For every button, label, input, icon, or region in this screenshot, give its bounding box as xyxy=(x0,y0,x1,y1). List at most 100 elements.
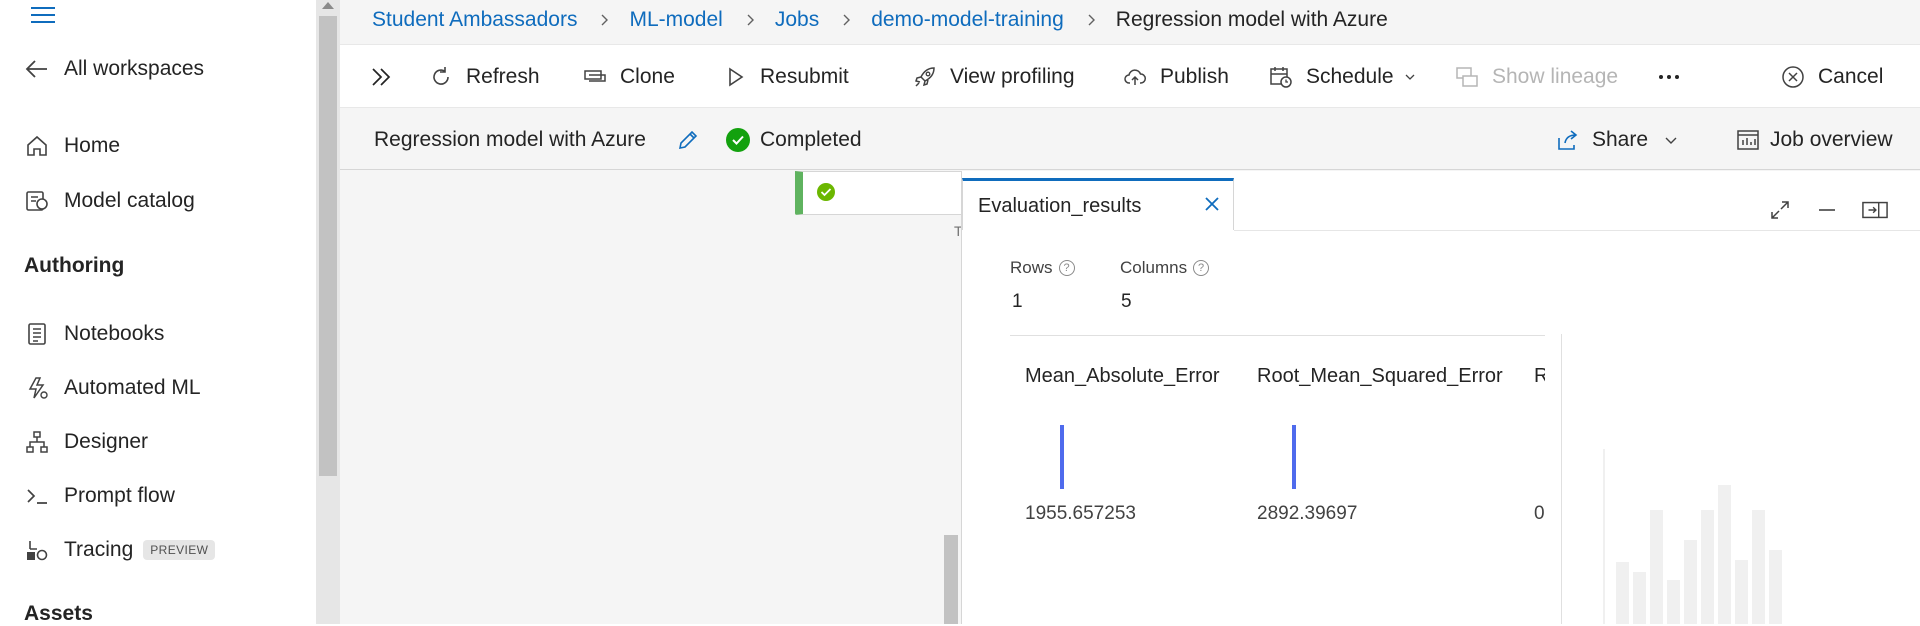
rows-label-text: Rows xyxy=(1010,258,1053,277)
status-label: Completed xyxy=(760,128,862,151)
columns-value: 5 xyxy=(1121,291,1132,312)
expand-panel-button[interactable] xyxy=(368,45,406,109)
column-value: 0 xyxy=(1534,503,1545,524)
breadcrumb-link[interactable]: demo-model-training xyxy=(871,8,1064,32)
clone-label: Clone xyxy=(620,65,675,88)
nav-item-automated-ml[interactable]: Automated ML xyxy=(24,370,201,406)
panel-tab[interactable]: Evaluation_results xyxy=(962,178,1234,230)
scrollbar-thumb[interactable] xyxy=(319,16,337,476)
minimize-icon[interactable] xyxy=(1814,197,1840,223)
nav-scrollbar[interactable] xyxy=(316,0,340,624)
share-button[interactable]: Share xyxy=(1556,128,1678,152)
scroll-up-arrow-icon[interactable] xyxy=(322,2,334,9)
cancel-circle-icon xyxy=(1780,64,1806,90)
job-overview-icon xyxy=(1737,130,1759,150)
help-icon[interactable]: ? xyxy=(1058,260,1075,276)
nav-item-label: Home xyxy=(64,134,121,157)
columns-label-text: Columns xyxy=(1120,258,1188,277)
column-header[interactable]: Mean_Absolute_Error xyxy=(1025,361,1220,388)
node-complete-check-icon xyxy=(817,183,835,201)
resubmit-label: Resubmit xyxy=(760,65,849,88)
pipeline-canvas[interactable]: T xyxy=(340,171,965,624)
panel-tab-label: Evaluation_results xyxy=(978,195,1142,217)
close-icon[interactable] xyxy=(1203,195,1221,213)
schedule-button[interactable]: Schedule xyxy=(1268,45,1416,109)
nav-item-prompt-flow[interactable]: Prompt flow xyxy=(24,478,175,514)
canvas-scrollbar-thumb[interactable] xyxy=(944,535,958,624)
result-column: R 0 xyxy=(1534,361,1545,524)
double-chevron-right-icon xyxy=(368,64,394,90)
schedule-label: Schedule xyxy=(1306,65,1394,88)
share-icon xyxy=(1558,130,1578,150)
rows-value: 1 xyxy=(1012,291,1023,312)
breadcrumb-link[interactable]: Jobs xyxy=(775,8,819,32)
refresh-button[interactable]: Refresh xyxy=(428,45,540,109)
result-column: Root_Mean_Squared_Error 2892.39697 xyxy=(1257,361,1503,524)
prompt-flow-icon xyxy=(24,483,50,509)
result-column: Mean_Absolute_Error 1955.657253 xyxy=(1025,361,1220,524)
tracing-icon xyxy=(24,537,50,563)
lineage-icon xyxy=(1454,64,1480,90)
rows-label: Rows ? xyxy=(1010,258,1075,278)
model-catalog-icon xyxy=(24,188,50,214)
share-label: Share xyxy=(1592,128,1649,151)
chevron-right-icon xyxy=(601,14,609,26)
all-workspaces-link[interactable]: All workspaces xyxy=(24,51,204,87)
nav-item-model-catalog[interactable]: Model catalog xyxy=(24,183,195,219)
value-histogram-bar xyxy=(1060,425,1064,489)
view-profiling-button[interactable]: View profiling xyxy=(912,45,1075,109)
resubmit-button[interactable]: Resubmit xyxy=(722,45,849,109)
designer-icon xyxy=(24,429,50,455)
help-icon[interactable]: ? xyxy=(1193,260,1210,276)
clone-icon xyxy=(582,64,608,90)
nav-item-label: Designer xyxy=(64,430,149,453)
maximize-icon[interactable] xyxy=(1767,197,1793,223)
edit-pencil-icon[interactable] xyxy=(676,128,702,154)
nav-item-notebooks[interactable]: Notebooks xyxy=(24,316,164,352)
dock-panel-icon[interactable] xyxy=(1862,197,1888,223)
refresh-icon xyxy=(428,64,454,90)
nav-item-tracing[interactable]: Tracing PREVIEW xyxy=(24,532,216,568)
show-lineage-label: Show lineage xyxy=(1492,65,1619,88)
view-profiling-label: View profiling xyxy=(950,65,1075,88)
home-icon xyxy=(24,133,50,159)
breadcrumb-link[interactable]: Student Ambassadors xyxy=(372,8,577,32)
chevron-right-icon xyxy=(843,14,851,26)
job-toolbar: Refresh Clone Resubmit View profiling Pu… xyxy=(340,44,1920,108)
nav-item-label: Model catalog xyxy=(64,189,195,212)
pipeline-node[interactable] xyxy=(795,171,965,215)
publish-button[interactable]: Publish xyxy=(1122,45,1229,109)
job-overview-button[interactable]: Job overview xyxy=(1736,128,1893,152)
chevron-down-icon xyxy=(1405,74,1415,80)
refresh-label: Refresh xyxy=(466,65,540,88)
breadcrumb-current: Regression model with Azure xyxy=(1115,8,1388,31)
more-horizontal-icon xyxy=(1659,75,1679,79)
publish-label: Publish xyxy=(1160,65,1229,88)
column-header[interactable]: R xyxy=(1534,361,1545,388)
nav-item-home[interactable]: Home xyxy=(24,128,120,164)
column-value: 2892.39697 xyxy=(1257,503,1358,524)
rocket-icon xyxy=(912,64,938,90)
show-lineage-button[interactable]: Show lineage xyxy=(1454,45,1618,109)
assets-heading: Assets xyxy=(24,602,93,625)
job-status: Completed xyxy=(726,128,862,152)
main-content: Student Ambassadors ML-model Jobs demo-m… xyxy=(340,0,1920,624)
tab-divider xyxy=(1234,230,1920,231)
results-table[interactable]: Mean_Absolute_Error 1955.657253 Root_Mea… xyxy=(1010,361,1545,561)
cancel-button[interactable]: Cancel xyxy=(1780,45,1883,109)
cancel-label: Cancel xyxy=(1818,65,1884,88)
clone-button[interactable]: Clone xyxy=(582,45,675,109)
column-value: 1955.657253 xyxy=(1025,503,1136,524)
nav-item-designer[interactable]: Designer xyxy=(24,424,148,460)
job-overview-label: Job overview xyxy=(1770,128,1893,151)
more-options-button[interactable] xyxy=(1656,45,1682,109)
hamburger-menu-icon[interactable] xyxy=(30,6,56,24)
success-check-icon xyxy=(726,128,750,152)
job-header: Regression model with Azure Completed Sh… xyxy=(340,116,1920,170)
breadcrumb: Student Ambassadors ML-model Jobs demo-m… xyxy=(372,6,1388,34)
meta-divider xyxy=(1010,335,1545,336)
preview-badge: PREVIEW xyxy=(143,540,216,560)
column-header[interactable]: Root_Mean_Squared_Error xyxy=(1257,361,1503,388)
breadcrumb-link[interactable]: ML-model xyxy=(629,8,722,32)
left-navigation: All workspaces Home Model catalog Author… xyxy=(0,0,316,625)
